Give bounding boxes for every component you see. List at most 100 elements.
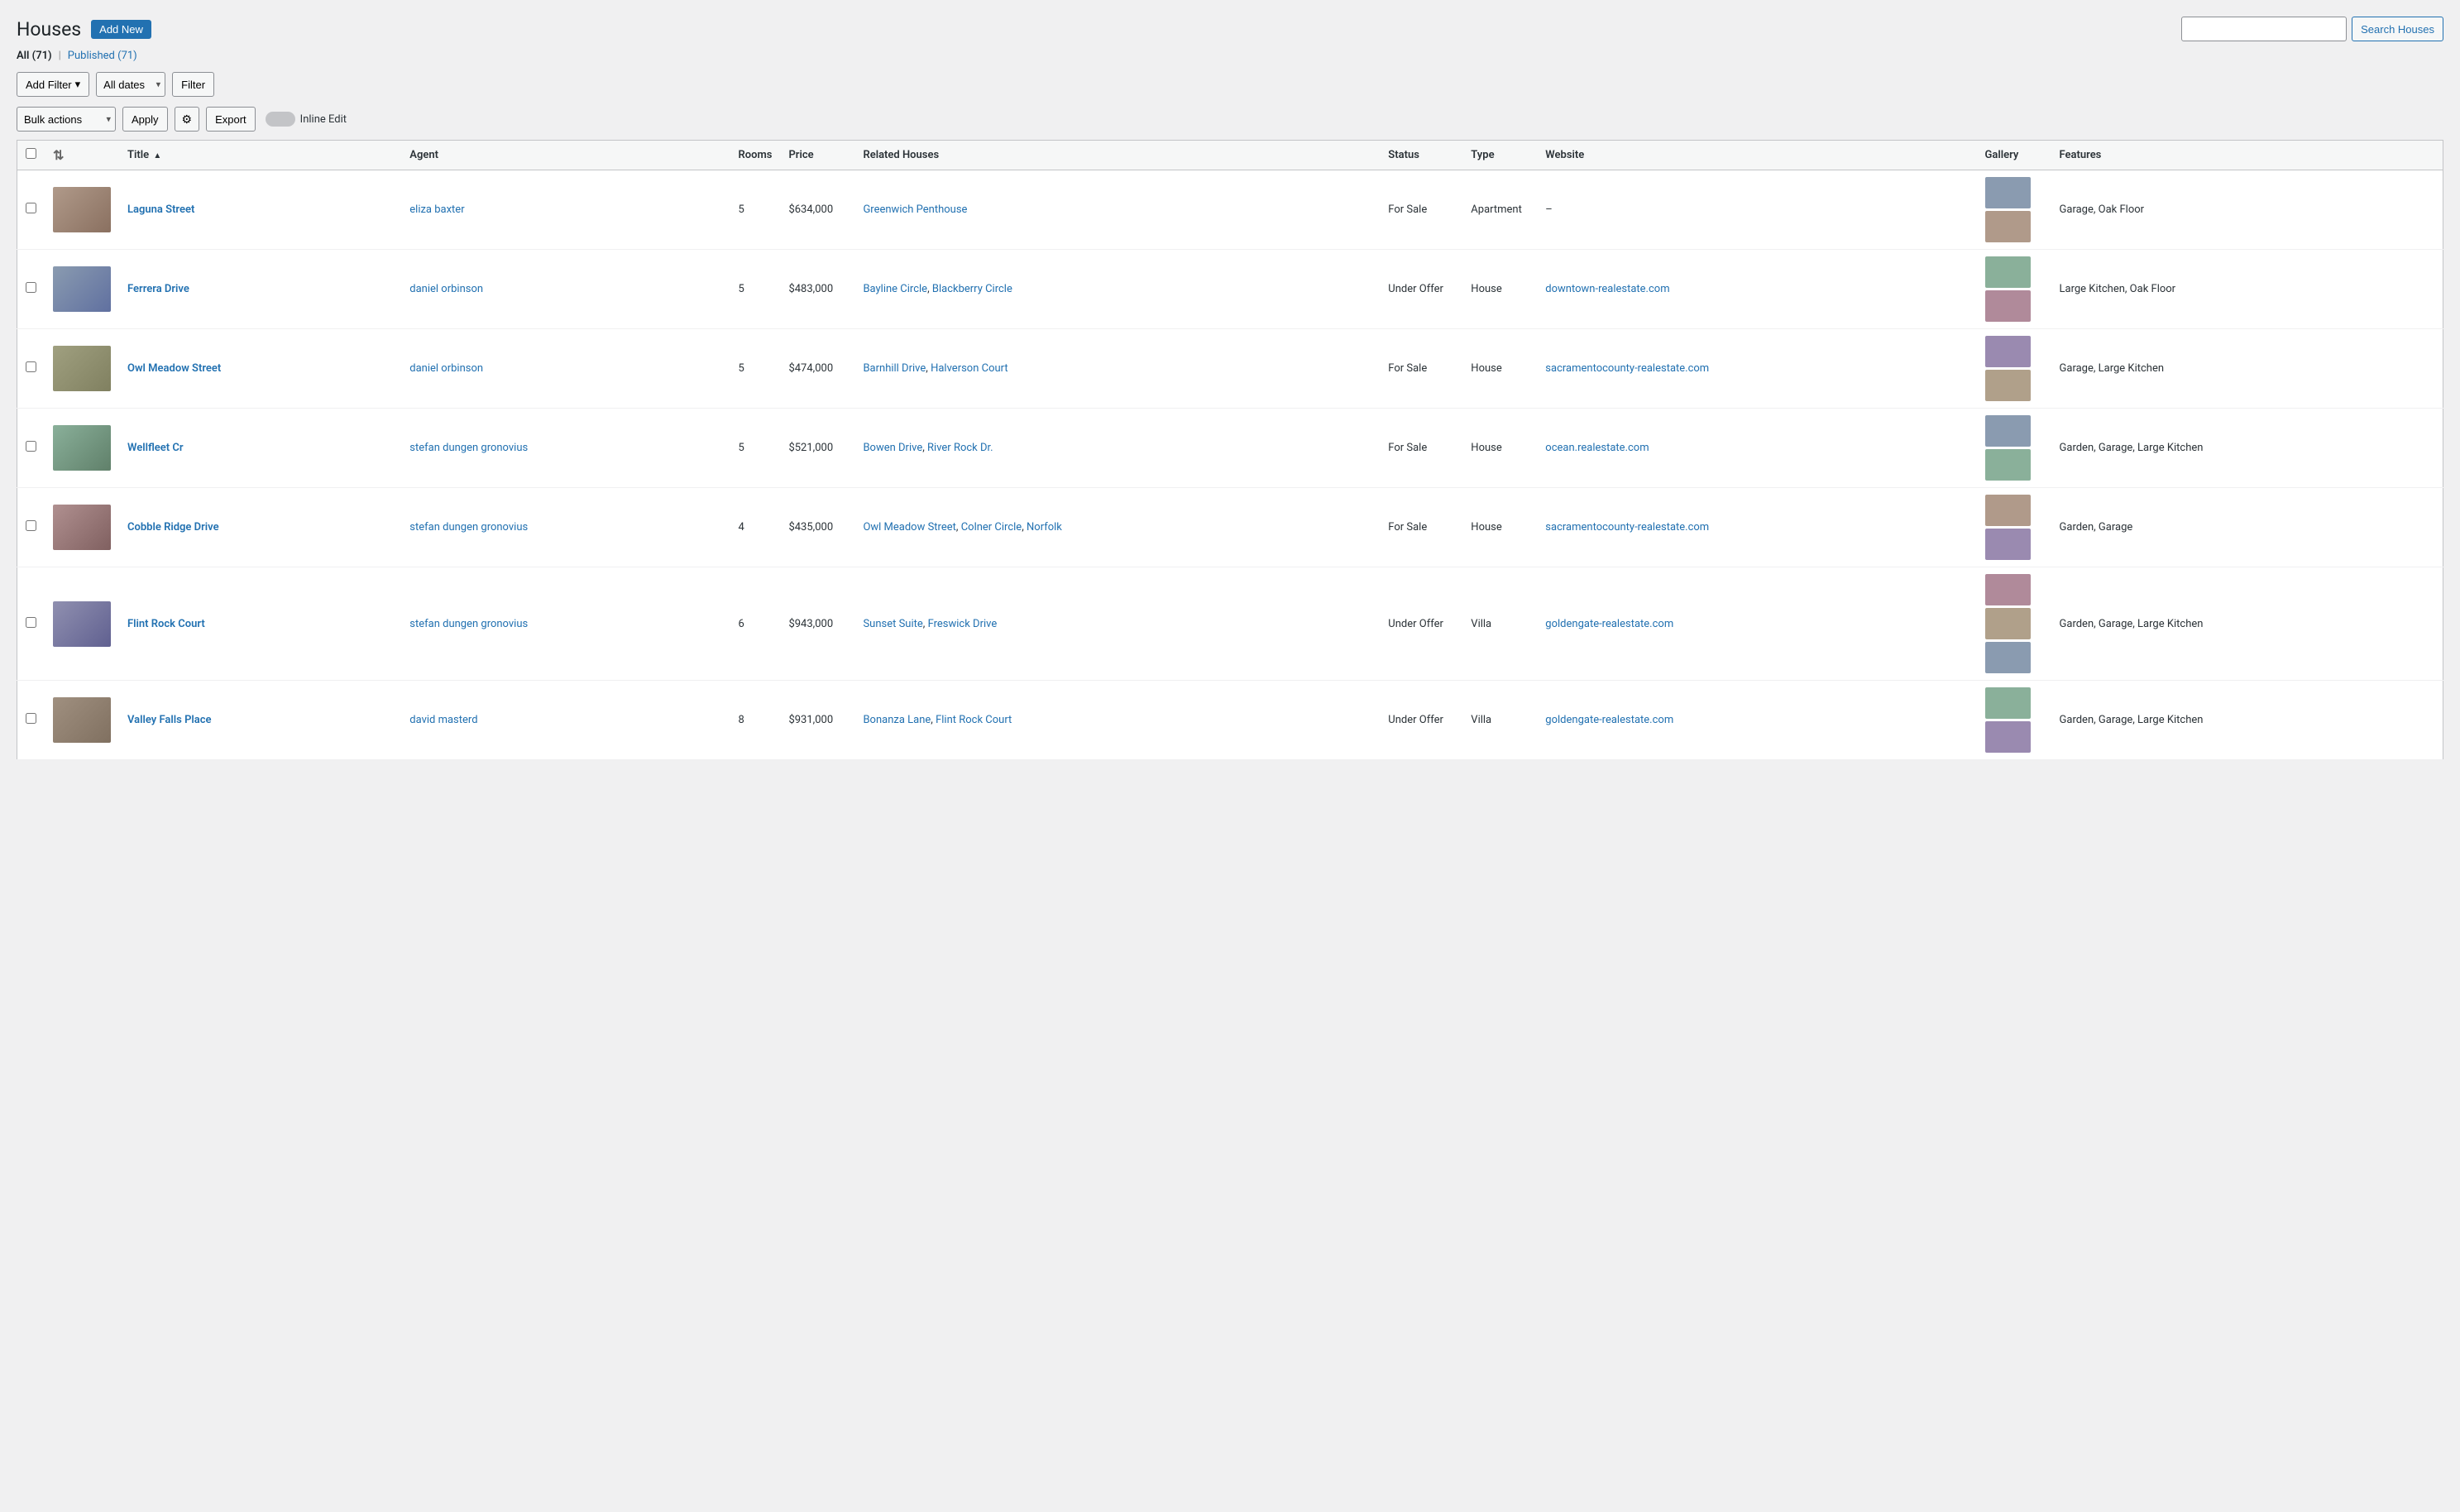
related-house-link[interactable]: Greenwich Penthouse [863,203,967,216]
house-title-link[interactable]: Flint Rock Court [127,618,205,630]
related-house-link[interactable]: River Rock Dr. [927,442,993,454]
website-cell: sacramentocounty-realestate.com [1537,329,1976,409]
row-checkbox[interactable] [26,361,36,372]
related-houses-cell: Bayline Circle, Blackberry Circle [854,250,1380,329]
house-title-link[interactable]: Ferrera Drive [127,283,189,295]
agent-column-header[interactable]: Agent [401,141,730,170]
inline-edit-label: Inline Edit [300,113,347,126]
agent-link[interactable]: eliza baxter [409,203,464,216]
rooms-column-header[interactable]: Rooms [730,141,780,170]
date-select-wrapper: All dates [96,72,165,97]
agent-link[interactable]: daniel orbinson [409,283,483,295]
website-link[interactable]: goldengate-realestate.com [1545,714,1673,726]
related-house-link[interactable]: Halverson Court [931,362,1008,375]
row-checkbox[interactable] [26,441,36,452]
row-checkbox[interactable] [26,203,36,213]
search-button[interactable]: Search Houses [2352,17,2443,41]
related-house-link[interactable]: Barnhill Drive [863,362,926,375]
related-house-link[interactable]: Bonanza Lane [863,714,931,726]
agent-link[interactable]: david masterd [409,714,477,726]
status-all-link[interactable]: All (71) [17,50,52,62]
related-house-link[interactable]: Bayline Circle [863,283,927,295]
website-link[interactable]: ocean.realestate.com [1545,442,1649,454]
export-button[interactable]: Export [206,107,256,132]
gallery-thumbnail [1985,721,2031,753]
row-checkbox[interactable] [26,617,36,628]
related-house-link[interactable]: Norfolk [1027,521,1062,534]
title-column-header[interactable]: Title ▲ [119,141,401,170]
related-houses-cell: Greenwich Penthouse [854,170,1380,250]
status-column-header[interactable]: Status [1380,141,1462,170]
rooms-value: 5 [730,409,780,488]
house-title-link[interactable]: Owl Meadow Street [127,362,221,375]
type-value: Villa [1462,567,1537,681]
row-checkbox[interactable] [26,282,36,293]
features-value: Large Kitchen, Oak Floor [2051,250,2443,329]
rooms-value: 5 [730,329,780,409]
search-input[interactable] [2181,17,2347,41]
status-published-link[interactable]: Published (71) [68,50,137,62]
agent-link[interactable]: stefan dungen gronovius [409,521,528,534]
gallery-thumbnail [1985,687,2031,719]
add-filter-button[interactable]: Add Filter ▾ [17,72,89,97]
settings-icon-button[interactable]: ⚙ [175,107,200,132]
gallery-column-header[interactable]: Gallery [1977,141,2051,170]
status-value: For Sale [1380,488,1462,567]
website-link[interactable]: downtown-realestate.com [1545,283,1669,295]
type-value: House [1462,488,1537,567]
features-value: Garden, Garage, Large Kitchen [2051,681,2443,760]
website-link[interactable]: sacramentocounty-realestate.com [1545,362,1709,375]
row-checkbox[interactable] [26,520,36,531]
agent-link[interactable]: stefan dungen gronovius [409,618,528,630]
bulk-actions-select[interactable]: Bulk actions [17,107,116,132]
related-column-header[interactable]: Related Houses [854,141,1380,170]
add-new-button[interactable]: Add New [91,20,151,39]
related-house-link[interactable]: Owl Meadow Street [863,521,955,534]
house-thumbnail [53,697,111,743]
type-value: Apartment [1462,170,1537,250]
related-house-link[interactable]: Freswick Drive [928,618,998,630]
house-title-link[interactable]: Laguna Street [127,203,194,216]
related-house-link[interactable]: Bowen Drive [863,442,922,454]
related-house-link[interactable]: Colner Circle [961,521,1022,534]
gallery-cell [1977,250,2051,329]
price-column-header[interactable]: Price [780,141,854,170]
related-house-link[interactable]: Blackberry Circle [932,283,1012,295]
features-column-header[interactable]: Features [2051,141,2443,170]
filter-button[interactable]: Filter [172,72,214,97]
price-value: $943,000 [780,567,854,681]
house-thumbnail [53,187,111,232]
rooms-value: 4 [730,488,780,567]
website-cell: goldengate-realestate.com [1537,567,1976,681]
filter-dropdown-arrow: ▾ [75,78,81,91]
related-house-link[interactable]: Sunset Suite [863,618,922,630]
row-checkbox[interactable] [26,713,36,724]
table-row: Cobble Ridge Drive stefan dungen gronoviu… [17,488,2443,567]
house-title-link[interactable]: Cobble Ridge Drive [127,521,219,534]
house-title-link[interactable]: Valley Falls Place [127,714,212,726]
date-select[interactable]: All dates [96,72,165,97]
type-column-header[interactable]: Type [1462,141,1537,170]
gallery-cell [1977,488,2051,567]
status-value: Under Offer [1380,681,1462,760]
rooms-value: 5 [730,170,780,250]
gallery-cell [1977,170,2051,250]
page-title: Houses [17,18,81,41]
house-title-link[interactable]: Wellfleet Cr [127,442,184,454]
website-cell: goldengate-realestate.com [1537,681,1976,760]
agent-link[interactable]: stefan dungen gronovius [409,442,528,454]
apply-button[interactable]: Apply [122,107,168,132]
inline-edit-toggle[interactable] [266,112,295,127]
related-house-link[interactable]: Flint Rock Court [936,714,1012,726]
website-column-header[interactable]: Website [1537,141,1976,170]
website-link[interactable]: goldengate-realestate.com [1545,618,1673,630]
agent-link[interactable]: daniel orbinson [409,362,483,375]
status-value: Under Offer [1380,250,1462,329]
select-all-checkbox[interactable] [26,148,36,159]
website-link[interactable]: sacramentocounty-realestate.com [1545,521,1709,534]
gallery-cell [1977,329,2051,409]
features-value: Garden, Garage, Large Kitchen [2051,567,2443,681]
houses-table: ⇅ Title ▲ Agent Rooms Price Related Hous… [17,140,2443,760]
status-value: Under Offer [1380,567,1462,681]
select-all-header[interactable] [17,141,45,170]
